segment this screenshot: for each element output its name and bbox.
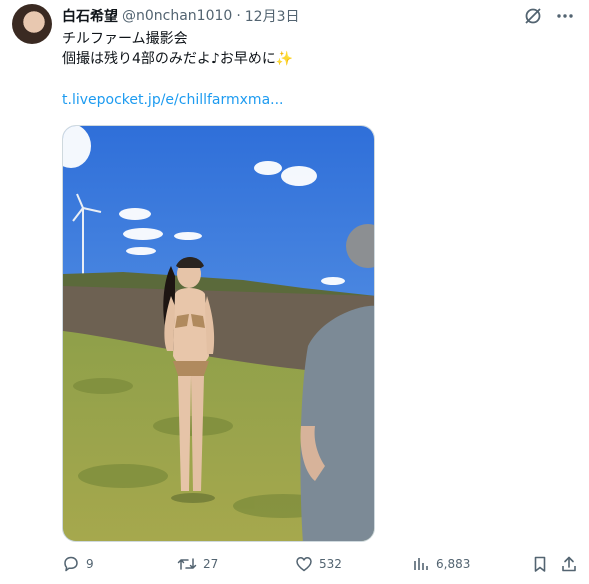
views-count: 6,883 (436, 557, 471, 571)
reply-count: 9 (86, 557, 94, 571)
separator-dot: · (236, 8, 241, 24)
retweet-count: 27 (203, 557, 219, 571)
retweet-icon (177, 555, 203, 573)
retweet-button[interactable]: 27 (177, 555, 218, 573)
display-name[interactable]: 白石希望 (62, 6, 118, 26)
tweet[interactable]: 白石希望 @n0nchan1010 · 12月3日 チルファーム撮影会 個撮は残… (0, 0, 589, 584)
tweet-line-2: 個撮は残り4部のみだよ♪お早めに✨ (62, 49, 562, 69)
sparkle-emoji: ✨ (275, 51, 294, 67)
tweet-link[interactable]: t.livepocket.jp/e/chillfarmxma... (62, 92, 284, 108)
user-handle[interactable]: @n0nchan1010 (122, 8, 232, 24)
tweet-actions: 9 27 532 6,883 (62, 555, 582, 575)
tweet-text: チルファーム撮影会 個撮は残り4部のみだよ♪お早めに✨ (62, 29, 562, 69)
share-icon (560, 555, 584, 573)
avatar[interactable] (12, 4, 52, 44)
like-button[interactable]: 532 (295, 555, 342, 573)
tweet-date[interactable]: 12月3日 (245, 6, 300, 26)
bookmark-button[interactable] (531, 555, 555, 573)
tweet-photo[interactable] (62, 125, 375, 542)
reply-icon (62, 555, 86, 573)
tweet-header: 白石希望 @n0nchan1010 · 12月3日 (62, 6, 300, 26)
reply-button[interactable]: 9 (62, 555, 94, 573)
grok-icon[interactable] (523, 6, 543, 26)
tweet-line-1: チルファーム撮影会 (62, 31, 188, 47)
bookmark-icon (531, 555, 555, 573)
more-icon[interactable] (555, 6, 575, 26)
tweet-line-2-text: 個撮は残り4部のみだよ♪お早めに (62, 51, 276, 67)
like-count: 532 (319, 557, 342, 571)
views-button[interactable]: 6,883 (412, 555, 470, 573)
views-icon (412, 555, 436, 573)
tweet-top-actions (523, 6, 575, 26)
like-icon (295, 555, 319, 573)
share-button[interactable] (560, 555, 584, 573)
